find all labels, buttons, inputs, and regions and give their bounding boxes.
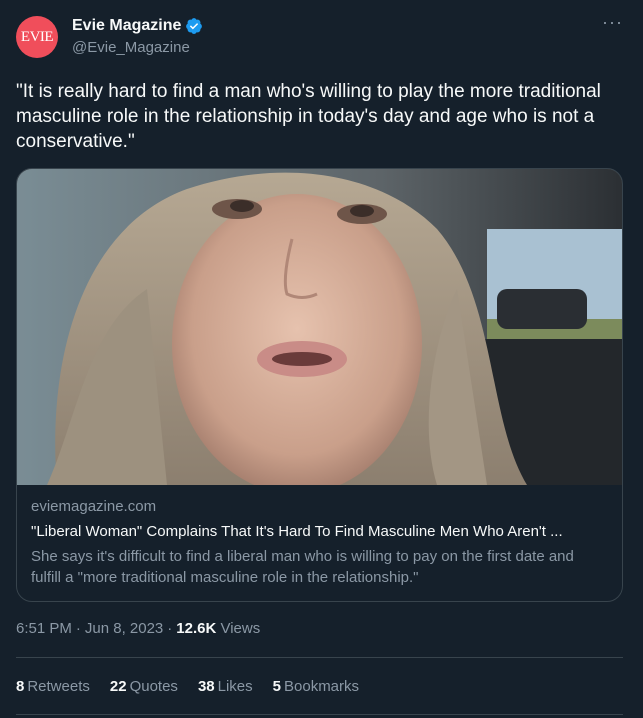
quotes-count: 22 xyxy=(109,678,127,695)
bookmarks-count: 5 xyxy=(272,678,281,695)
link-card[interactable]: eviemagazine.com "Liberal Woman" Complai… xyxy=(16,168,623,602)
likes-count: 38 xyxy=(197,678,215,695)
quotes-label: Quotes xyxy=(129,678,178,695)
tweet-date[interactable]: Jun 8, 2023 xyxy=(85,620,163,637)
engagement-stats: 8 Retweets 22 Quotes 38 Likes 5 Bookmarks xyxy=(16,678,359,695)
retweets-stat[interactable]: 8 Retweets xyxy=(16,678,90,695)
verified-badge-icon[interactable] xyxy=(185,17,203,35)
retweets-count: 8 xyxy=(16,678,25,695)
views-count: 12.6K xyxy=(176,620,217,637)
card-description: She says it's difficult to find a libera… xyxy=(31,548,574,586)
bookmarks-label: Bookmarks xyxy=(284,678,360,695)
card-image xyxy=(17,169,622,485)
author-display-name[interactable]: Evie Magazine xyxy=(72,17,181,35)
bookmarks-stat[interactable]: 5 Bookmarks xyxy=(273,678,359,695)
author-name-row: Evie Magazine xyxy=(72,17,203,35)
tweet: EVIE Evie Magazine @Evie_Magazine ··· "I… xyxy=(0,0,643,718)
divider xyxy=(16,714,623,715)
likes-stat[interactable]: 38 Likes xyxy=(198,678,253,695)
tweet-time[interactable]: 6:51 PM xyxy=(16,620,72,637)
views[interactable]: 12.6K Views xyxy=(176,620,260,637)
avatar[interactable]: EVIE xyxy=(16,16,58,58)
more-horizontal-icon[interactable]: ··· xyxy=(602,12,623,33)
avatar-logo-text: EVIE xyxy=(20,28,54,45)
retweets-label: Retweets xyxy=(27,678,90,695)
card-domain: eviemagazine.com xyxy=(31,498,157,515)
views-label: Views xyxy=(220,620,261,637)
tweet-text: "It is really hard to find a man who's w… xyxy=(16,81,601,152)
meta-separator: · xyxy=(75,620,81,637)
card-body: eviemagazine.com "Liberal Woman" Complai… xyxy=(17,485,622,588)
meta-separator: · xyxy=(167,620,173,637)
card-title[interactable]: "Liberal Woman" Complains That It's Hard… xyxy=(31,521,608,543)
divider xyxy=(16,657,623,658)
quotes-stat[interactable]: 22 Quotes xyxy=(110,678,178,695)
author-handle[interactable]: @Evie_Magazine xyxy=(72,39,190,56)
tweet-meta: 6:51 PM · Jun 8, 2023 · 12.6K Views xyxy=(16,620,260,637)
likes-label: Likes xyxy=(217,678,253,695)
